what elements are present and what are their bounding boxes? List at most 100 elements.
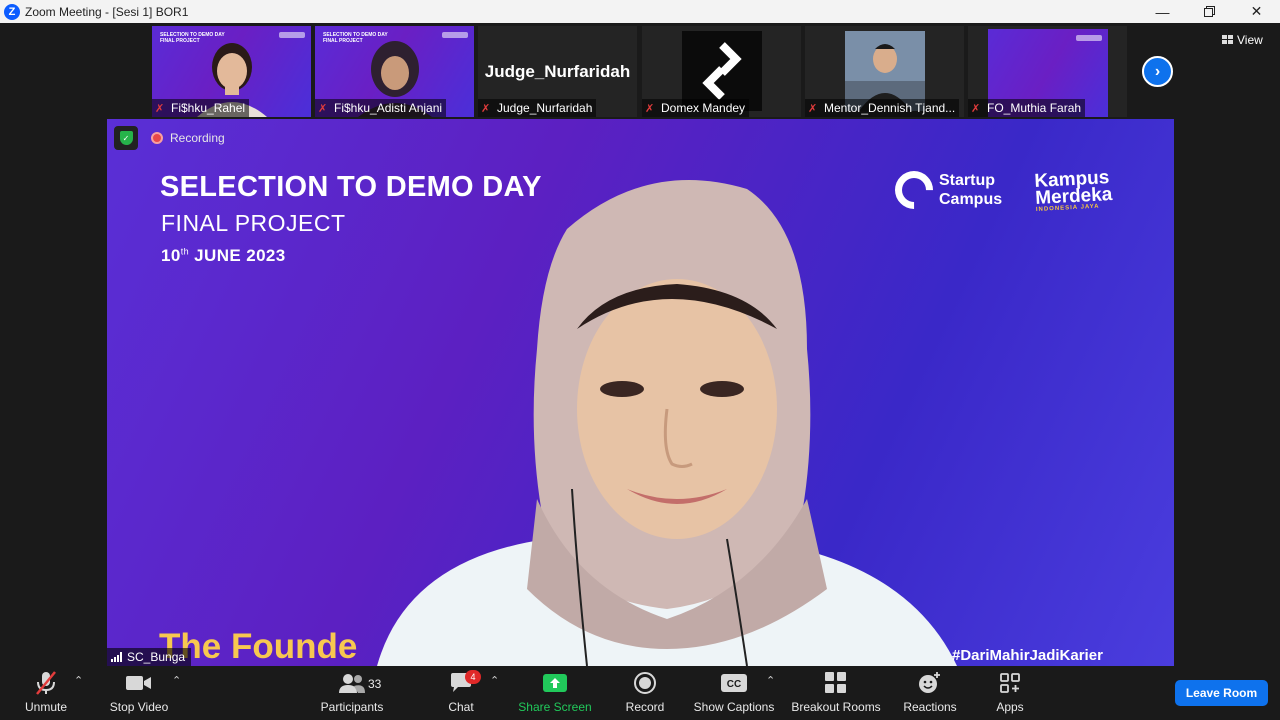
view-label: View <box>1237 33 1263 47</box>
startup-campus-logo-icon <box>887 163 941 217</box>
signal-strength-icon <box>111 652 122 662</box>
record-button[interactable]: Record <box>620 666 670 720</box>
chat-label: Chat <box>448 700 474 714</box>
security-shield-icon[interactable]: ✓ <box>114 126 138 150</box>
participant-name-bar: ✗ Domex Mandey <box>642 99 750 117</box>
participant-display-name: Judge_Nurfaridah <box>484 62 631 81</box>
kampus-merdeka-logo: Kampus Merdeka INDONESIA JAYA <box>1034 167 1113 214</box>
reactions-icon <box>919 672 940 693</box>
participant-name-bar: ✗ Fi$hku_Rahel <box>152 99 250 117</box>
meeting-toolbar: Unmute ⌃ Stop Video ⌃ Participants 33 Ch… <box>0 666 1280 720</box>
participant-tile[interactable]: Judge_Nurfaridah ✗ Judge_Nurfaridah <box>478 26 637 117</box>
participant-name: Fi$hku_Adisti Anjani <box>334 101 443 115</box>
participant-name-bar: ✗ Judge_Nurfaridah <box>478 99 597 117</box>
speaker-name: SC_Bunga <box>127 650 186 664</box>
mic-muted-icon: ✗ <box>318 102 328 115</box>
view-button[interactable]: View <box>1222 33 1263 47</box>
mic-muted-icon: ✗ <box>971 102 981 115</box>
stop-video-button[interactable]: Stop Video <box>104 666 174 720</box>
reactions-label: Reactions <box>903 700 957 714</box>
breakout-rooms-button[interactable]: Breakout Rooms <box>788 666 884 720</box>
startup-campus-text: Startup Campus <box>939 171 1002 209</box>
restore-icon <box>1204 6 1215 17</box>
recording-indicator[interactable]: Recording <box>151 131 225 145</box>
participant-name-bar: ✗ FO_Muthia Farah <box>968 99 1086 117</box>
participant-tile[interactable]: ✗ FO_Muthia Farah <box>968 26 1127 117</box>
apps-icon <box>1000 673 1020 693</box>
mic-muted-icon: ✗ <box>808 102 818 115</box>
mic-muted-icon <box>36 671 56 695</box>
window-title: Zoom Meeting - [Sesi 1] BOR1 <box>25 4 189 19</box>
participant-name-bar: ✗ Mentor_Dennish Tjand... <box>805 99 960 117</box>
video-options-chevron-icon[interactable]: ⌃ <box>172 674 181 687</box>
recording-dot-icon <box>151 132 163 144</box>
slide-date-suffix: th <box>180 246 190 257</box>
participant-tile[interactable]: SELECTION TO DEMO DAY FINAL PROJECT ✗ Fi$… <box>315 26 474 117</box>
apps-label: Apps <box>996 700 1024 714</box>
unmute-label: Unmute <box>24 700 68 714</box>
mic-muted-icon: ✗ <box>155 102 165 115</box>
gallery-strip: SELECTION TO DEMO DAY FINAL PROJECT ✗ Fi$… <box>0 23 1280 119</box>
minimize-button[interactable]: — <box>1139 0 1186 23</box>
next-page-button[interactable]: › <box>1142 56 1173 87</box>
show-captions-button[interactable]: CC Show Captions <box>690 666 778 720</box>
record-icon <box>634 672 656 694</box>
startup-campus-line1: Startup <box>939 172 995 189</box>
stop-video-label: Stop Video <box>109 700 169 714</box>
record-label: Record <box>625 700 665 714</box>
participants-button[interactable]: Participants <box>316 666 388 720</box>
startup-campus-logo: Startup Campus <box>887 163 1002 217</box>
participant-tile[interactable]: ✗ Domex Mandey <box>642 26 801 117</box>
show-captions-label: Show Captions <box>693 700 775 714</box>
zoom-logo-icon: Z <box>4 3 20 20</box>
unmute-button[interactable]: Unmute <box>20 666 72 720</box>
svg-text:CC: CC <box>727 679 741 690</box>
speaker-name-tag: SC_Bunga <box>107 648 192 666</box>
kampus-merdeka-line2: Merdeka <box>1034 183 1113 209</box>
participant-name: Domex Mandey <box>661 101 746 115</box>
leave-room-button[interactable]: Leave Room <box>1175 680 1268 706</box>
participant-name-bar: ✗ Fi$hku_Adisti Anjani <box>315 99 447 117</box>
slide-date-day: 10 <box>161 246 181 265</box>
title-bar: Z Zoom Meeting - [Sesi 1] BOR1 — ✕ <box>0 0 1280 23</box>
participants-count: 33 <box>368 677 382 691</box>
slide-date: 10th JUNE 2023 <box>161 246 286 266</box>
participant-name: Judge_Nurfaridah <box>497 101 593 115</box>
grid-view-icon <box>1222 35 1233 44</box>
apps-button[interactable]: Apps <box>990 666 1030 720</box>
share-screen-icon <box>543 674 567 692</box>
captions-icon: CC <box>721 674 747 692</box>
chat-unread-badge: 4 <box>465 670 481 684</box>
mic-muted-icon: ✗ <box>481 102 491 115</box>
breakout-rooms-label: Breakout Rooms <box>791 700 881 714</box>
participant-name: Fi$hku_Rahel <box>171 101 246 115</box>
chat-options-chevron-icon[interactable]: ⌃ <box>490 674 499 687</box>
audio-options-chevron-icon[interactable]: ⌃ <box>74 674 83 687</box>
startup-campus-line2: Campus <box>939 191 1003 208</box>
restore-button[interactable] <box>1186 0 1233 23</box>
slide-title: SELECTION TO DEMO DAY <box>160 171 542 203</box>
window-controls: — ✕ <box>1139 0 1280 23</box>
share-screen-button[interactable]: Share Screen <box>516 666 594 720</box>
slide-subtitle: FINAL PROJECT <box>161 210 346 236</box>
recording-label: Recording <box>170 131 225 145</box>
captions-options-chevron-icon[interactable]: ⌃ <box>766 674 775 687</box>
participants-icon <box>339 674 365 693</box>
participant-tile[interactable]: ✗ Mentor_Dennish Tjand... <box>805 26 964 117</box>
participant-name: FO_Muthia Farah <box>987 101 1082 115</box>
share-screen-label: Share Screen <box>518 700 592 714</box>
video-camera-icon <box>126 676 151 690</box>
mic-muted-icon: ✗ <box>645 102 655 115</box>
close-button[interactable]: ✕ <box>1233 0 1280 23</box>
slide-hashtag: #DariMahirJadiKarier <box>952 647 1103 664</box>
participants-label: Participants <box>320 700 384 714</box>
breakout-rooms-icon <box>825 672 846 693</box>
reactions-button[interactable]: Reactions <box>900 666 960 720</box>
participant-tile[interactable]: SELECTION TO DEMO DAY FINAL PROJECT ✗ Fi$… <box>152 26 311 117</box>
active-speaker-video: ✓ Recording SELECTION TO DEMO DAY FINAL … <box>107 119 1174 666</box>
slide-thumbnail-logo <box>279 32 305 38</box>
participant-name: Mentor_Dennish Tjand... <box>824 101 956 115</box>
slide-thumbnail-logo <box>1076 35 1102 41</box>
slide-thumbnail-logo <box>442 32 468 38</box>
slide-date-rest: JUNE 2023 <box>194 246 286 265</box>
